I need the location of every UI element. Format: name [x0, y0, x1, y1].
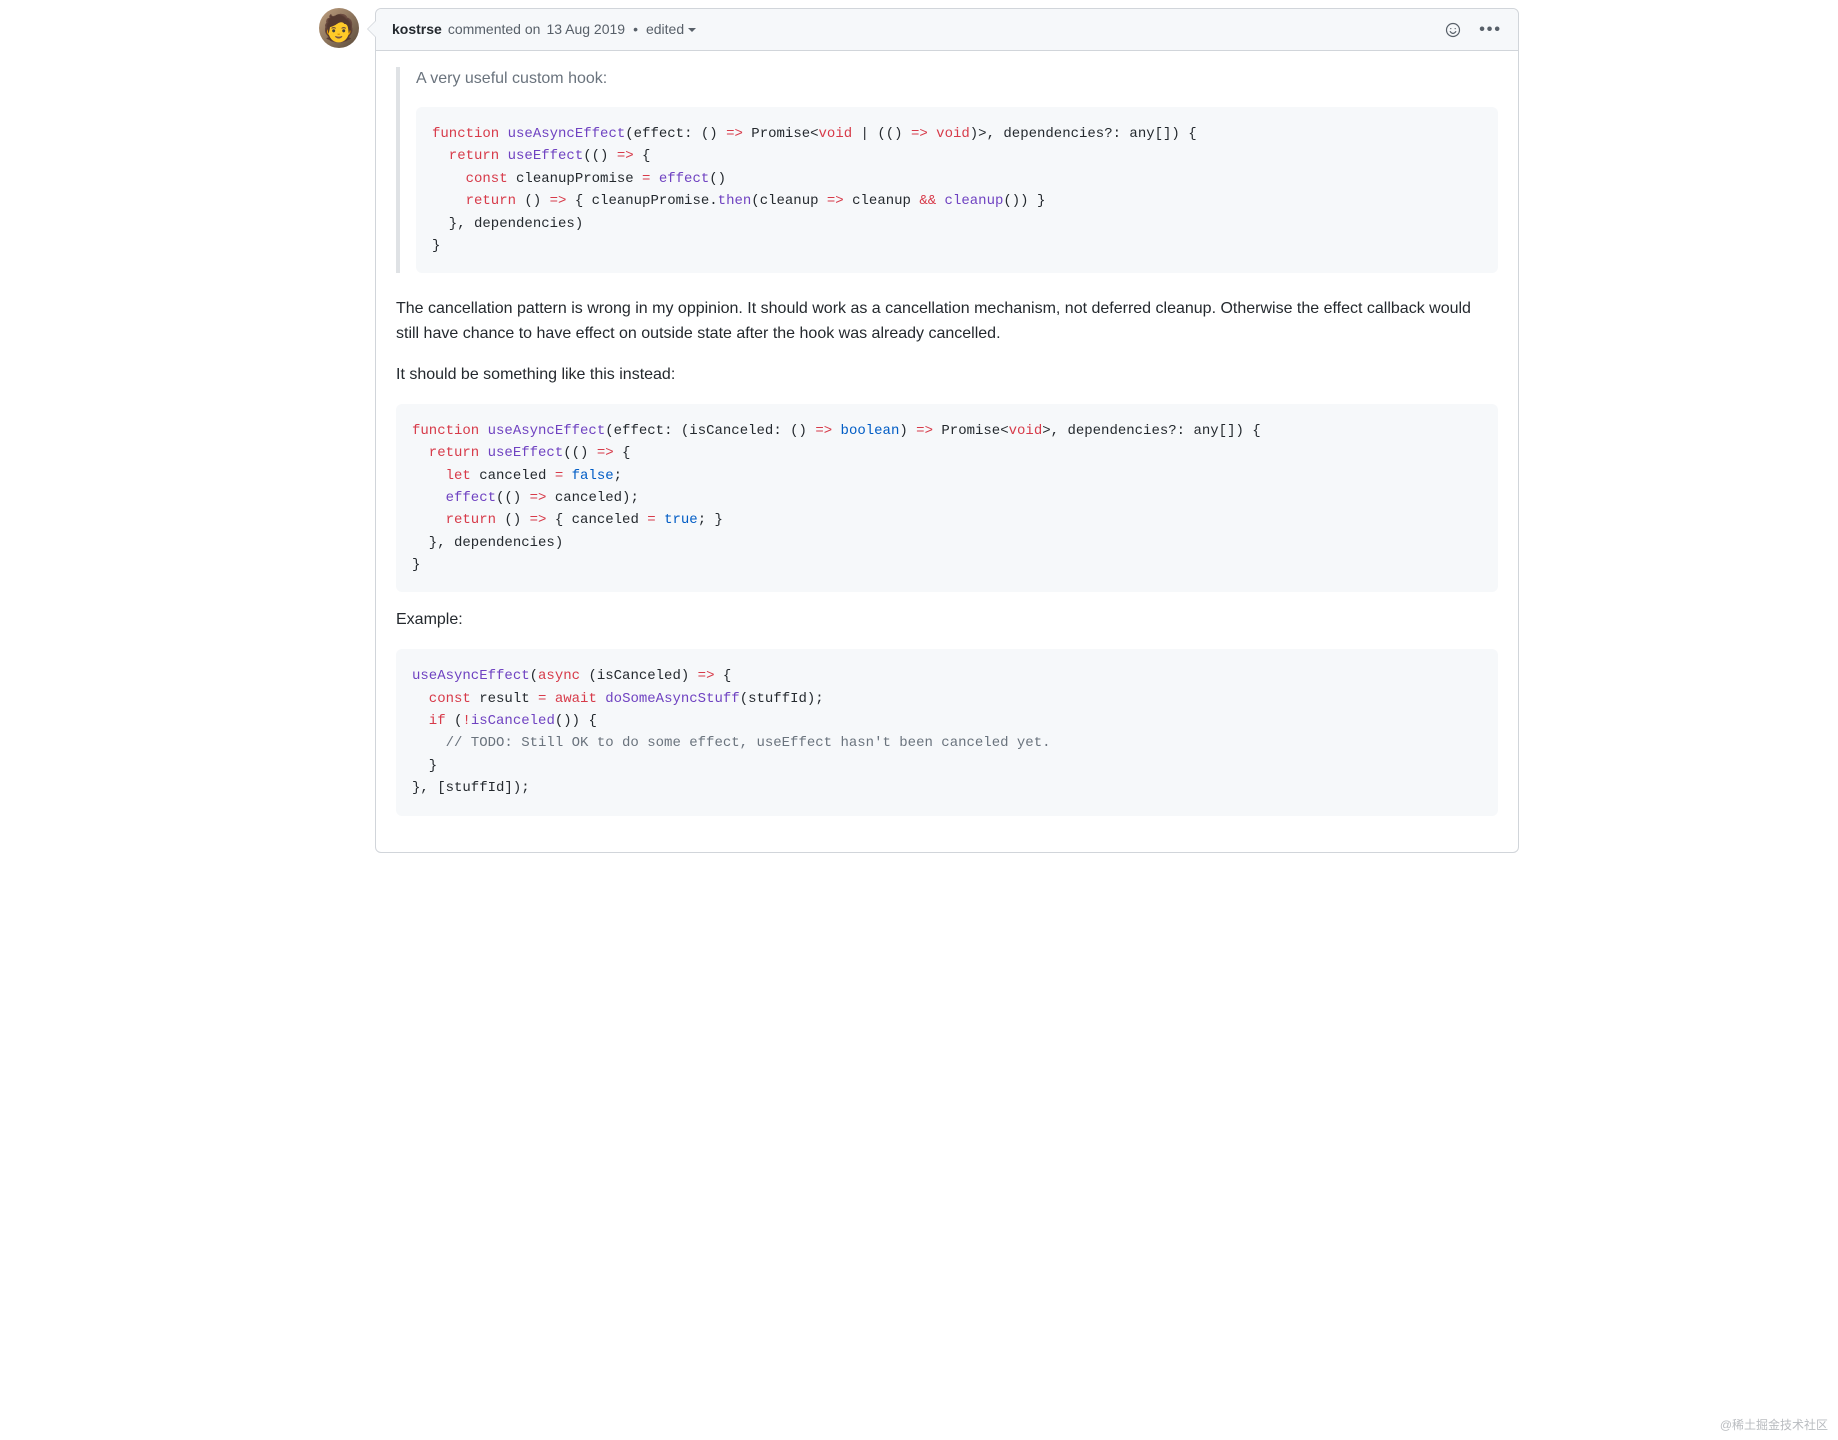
- emoji-icon[interactable]: [1445, 22, 1461, 38]
- bullet-separator: •: [633, 19, 638, 40]
- comment-container: 🧑 kostrse commented on 13 Aug 2019 • edi…: [319, 8, 1519, 853]
- paragraph-2: It should be something like this instead…: [396, 363, 1498, 388]
- paragraph-1: The cancellation pattern is wrong in my …: [396, 297, 1498, 347]
- commented-label: commented on: [448, 19, 541, 40]
- quote-block: A very useful custom hook: function useA…: [396, 67, 1498, 273]
- quote-text: A very useful custom hook:: [416, 67, 1498, 91]
- avatar-column: 🧑: [319, 8, 359, 853]
- header-actions: •••: [1445, 22, 1502, 38]
- code-block-1: function useAsyncEffect(effect: () => Pr…: [416, 107, 1498, 273]
- paragraph-3: Example:: [396, 608, 1498, 633]
- avatar[interactable]: 🧑: [319, 8, 359, 48]
- comment-caret: [368, 21, 376, 37]
- timestamp-link[interactable]: 13 Aug 2019: [546, 19, 625, 40]
- edited-label: edited: [646, 19, 684, 40]
- watermark: @稀土掘金技术社区: [1720, 1416, 1828, 1434]
- chevron-down-icon: [688, 28, 696, 32]
- code-block-3: useAsyncEffect(async (isCanceled) => { c…: [396, 649, 1498, 815]
- comment-header: kostrse commented on 13 Aug 2019 • edite…: [376, 9, 1518, 51]
- kebab-icon[interactable]: •••: [1479, 22, 1502, 38]
- code-block-2: function useAsyncEffect(effect: (isCance…: [396, 404, 1498, 593]
- author-link[interactable]: kostrse: [392, 19, 442, 40]
- comment-box: kostrse commented on 13 Aug 2019 • edite…: [375, 8, 1519, 853]
- comment-body: A very useful custom hook: function useA…: [376, 51, 1518, 852]
- edited-dropdown[interactable]: edited: [646, 19, 696, 40]
